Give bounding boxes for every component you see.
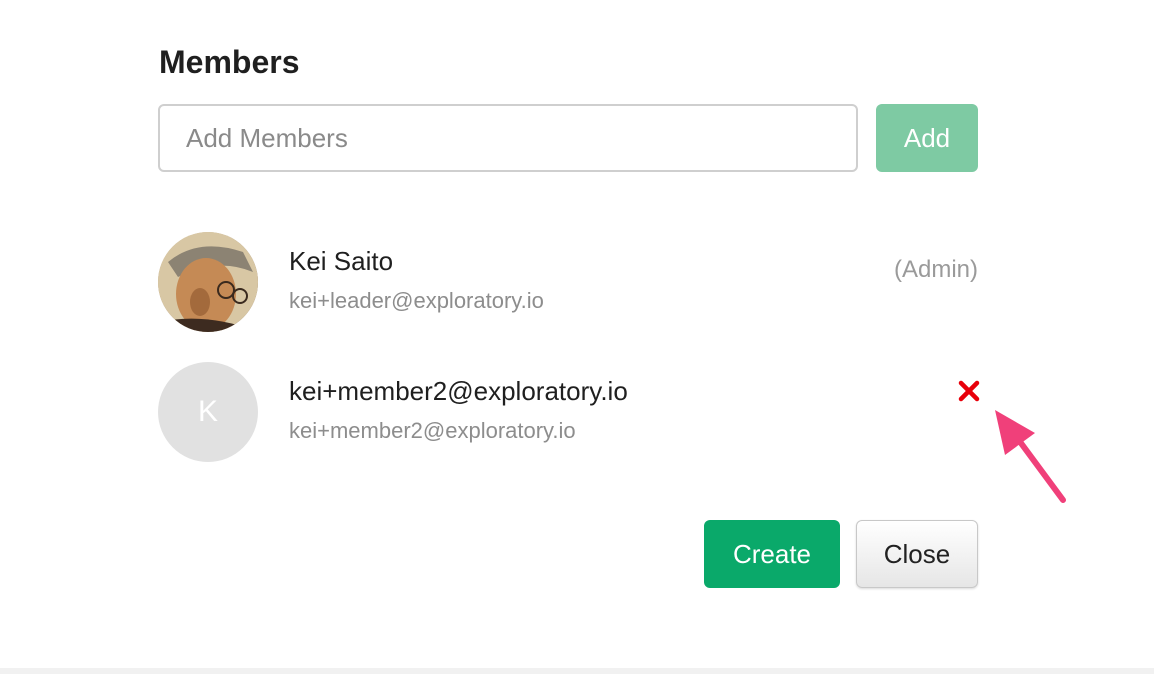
add-button[interactable]: Add (876, 104, 978, 172)
member-email: kei+leader@exploratory.io (289, 288, 544, 313)
member-row: K kei+member2@exploratory.io kei+member2… (158, 362, 980, 462)
member-row: Kei Saito kei+leader@exploratory.io (Adm… (158, 232, 978, 332)
member-role-badge: (Admin) (893, 256, 978, 283)
avatar-initial: K (158, 362, 258, 462)
member-email: kei+member2@exploratory.io (289, 418, 576, 443)
annotation-arrow-icon (995, 410, 1066, 503)
add-members-input[interactable] (158, 104, 858, 172)
members-dialog: Members Add Kei Saito kei+leader@explora… (0, 0, 1154, 674)
create-button[interactable]: Create (704, 520, 840, 588)
close-icon[interactable] (956, 378, 982, 404)
footer-divider (0, 668, 1154, 674)
section-title: Members (159, 44, 300, 80)
member-name: Kei Saito (289, 246, 394, 276)
close-button[interactable]: Close (856, 520, 978, 588)
person-photo-icon (158, 232, 258, 332)
avatar-photo (158, 232, 258, 332)
member-name: kei+member2@exploratory.io (289, 376, 628, 406)
